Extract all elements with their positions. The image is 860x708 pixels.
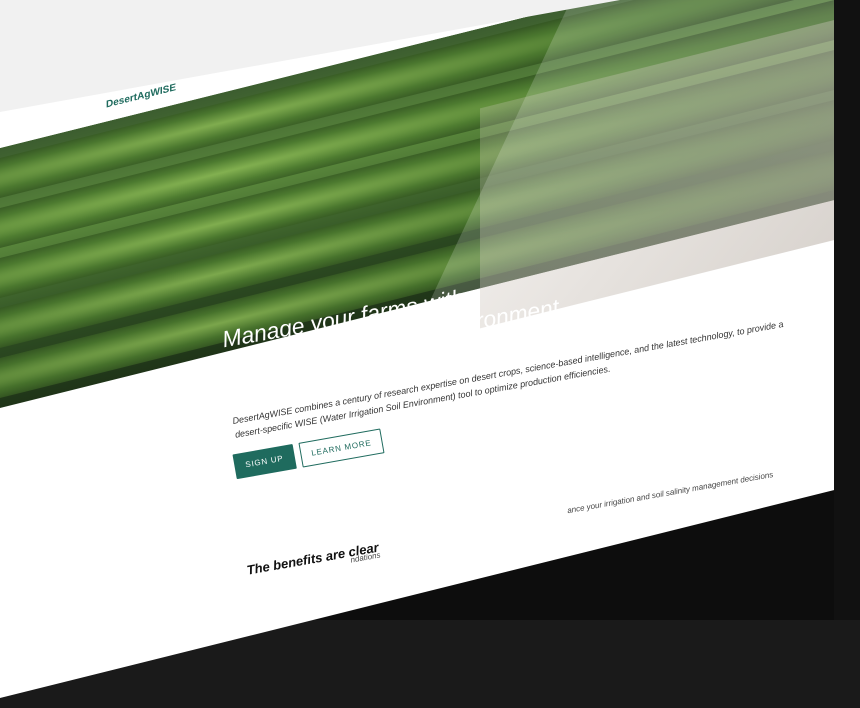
learn-more-button[interactable]: LEARN MORE <box>298 428 385 468</box>
sign-up-button[interactable]: SIGN UP <box>232 444 297 480</box>
monitor-edge <box>834 0 860 620</box>
